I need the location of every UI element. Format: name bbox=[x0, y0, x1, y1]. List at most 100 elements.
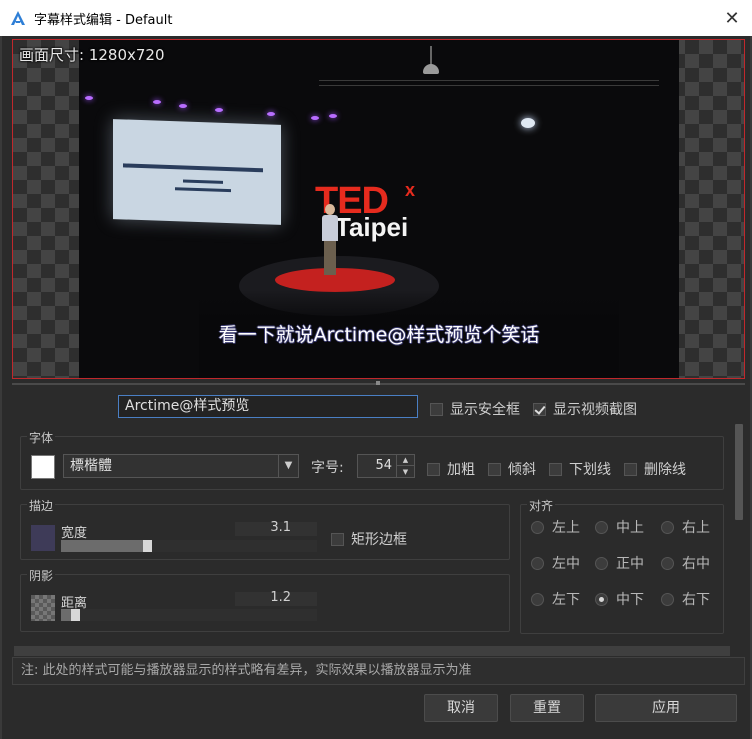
outline-width-slider[interactable] bbox=[61, 540, 317, 552]
stage-light bbox=[267, 112, 275, 116]
bold-label: 加粗 bbox=[447, 462, 475, 478]
spin-buttons[interactable]: ▲ ▼ bbox=[396, 455, 414, 477]
underline-checkbox[interactable]: 下划线 bbox=[549, 459, 611, 479]
checkbox-icon[interactable] bbox=[488, 462, 501, 476]
settings-vertical-scrollbar[interactable] bbox=[734, 422, 744, 654]
font-family-select[interactable]: 標楷體 ▼ bbox=[63, 454, 299, 478]
outline-width-value-box: 3.1 bbox=[235, 520, 317, 536]
style-editor-dialog: TED x Taipei 画面尺寸: 1280x720 看一下就说Arctime… bbox=[0, 36, 752, 739]
stage-light bbox=[179, 104, 187, 108]
outline-group: 描边 宽度 3.1 矩形边框 bbox=[20, 497, 510, 560]
radio-icon[interactable] bbox=[531, 556, 544, 570]
checkbox-icon[interactable] bbox=[624, 462, 637, 476]
close-button[interactable]: ✕ bbox=[720, 6, 744, 30]
align-radio-label: 左中 bbox=[552, 556, 580, 572]
checkbox-icon[interactable] bbox=[427, 462, 440, 476]
alignment-group: 对齐 左上 中上 右上左中 正中 右中左下 中下 右下 bbox=[520, 497, 724, 634]
outline-color-swatch[interactable] bbox=[31, 525, 55, 551]
shadow-color-swatch[interactable] bbox=[31, 595, 55, 621]
stage-lamp bbox=[423, 46, 439, 76]
radio-icon[interactable] bbox=[595, 556, 608, 570]
radio-icon[interactable] bbox=[595, 520, 608, 534]
stage-light bbox=[311, 116, 319, 120]
font-family-value: 標楷體 bbox=[70, 458, 112, 474]
align-radio-6[interactable]: 左下 bbox=[531, 589, 580, 609]
underline-label: 下划线 bbox=[569, 462, 611, 478]
title-bar: 字幕样式编辑 - Default ✕ bbox=[0, 0, 752, 36]
align-radio-4[interactable]: 正中 bbox=[595, 553, 644, 573]
align-radio-label: 中下 bbox=[616, 592, 644, 608]
rect-border-label: 矩形边框 bbox=[351, 532, 407, 548]
rect-border-checkbox[interactable]: 矩形边框 bbox=[331, 529, 407, 549]
strikethrough-label: 删除线 bbox=[644, 462, 686, 478]
scrollbar-thumb[interactable] bbox=[735, 424, 743, 520]
ted-logo-x: x bbox=[405, 180, 416, 200]
close-icon: ✕ bbox=[724, 7, 740, 29]
radio-icon[interactable] bbox=[661, 520, 674, 534]
align-radio-label: 右中 bbox=[682, 556, 710, 572]
font-size-value[interactable]: 54 bbox=[375, 458, 392, 473]
align-radio-5[interactable]: 右中 bbox=[661, 553, 710, 573]
font-group: 字体 標楷體 ▼ 字号: 54 ▲ ▼ 加粗 倾斜 下划线 删除线 bbox=[20, 429, 724, 490]
show-video-frame-label: 显示视频截图 bbox=[553, 402, 637, 418]
preview-text-input[interactable]: Arctime@样式预览 bbox=[118, 395, 418, 418]
align-radio-7[interactable]: 中下 bbox=[595, 589, 644, 609]
align-radio-3[interactable]: 左中 bbox=[531, 553, 580, 573]
align-radio-0[interactable]: 左上 bbox=[531, 517, 580, 537]
show-video-frame-checkbox[interactable]: 显示视频截图 bbox=[533, 399, 637, 419]
font-size-label: 字号: bbox=[311, 460, 344, 476]
slider-fill bbox=[61, 540, 152, 552]
stage-light bbox=[329, 114, 337, 118]
italic-checkbox[interactable]: 倾斜 bbox=[488, 459, 536, 479]
align-radio-label: 右上 bbox=[682, 520, 710, 536]
radio-icon[interactable] bbox=[531, 520, 544, 534]
outline-width-value: 3.1 bbox=[270, 520, 291, 535]
align-radio-2[interactable]: 右上 bbox=[661, 517, 710, 537]
checkbox-icon[interactable] bbox=[430, 402, 443, 416]
bold-checkbox[interactable]: 加粗 bbox=[427, 459, 475, 479]
alignment-group-label: 对齐 bbox=[527, 497, 556, 514]
outline-group-label: 描边 bbox=[27, 497, 56, 514]
shadow-distance-slider[interactable] bbox=[61, 609, 317, 621]
shadow-distance-value: 1.2 bbox=[270, 590, 291, 605]
font-group-label: 字体 bbox=[27, 429, 56, 446]
radio-icon[interactable] bbox=[661, 592, 674, 606]
shadow-distance-value-box: 1.2 bbox=[235, 590, 317, 606]
strikethrough-checkbox[interactable]: 删除线 bbox=[624, 459, 686, 479]
chevron-down-icon[interactable]: ▼ bbox=[278, 455, 298, 477]
shadow-group: 阴影 距离 1.2 bbox=[20, 567, 510, 632]
radio-selected-icon[interactable] bbox=[595, 592, 608, 606]
show-safe-frame-checkbox[interactable]: 显示安全框 bbox=[430, 399, 520, 419]
reset-button[interactable]: 重置 bbox=[510, 694, 584, 722]
checkbox-icon[interactable] bbox=[549, 462, 562, 476]
spot-lamp bbox=[521, 118, 535, 128]
cancel-button[interactable]: 取消 bbox=[424, 694, 498, 722]
ted-logo-city: Taipei bbox=[335, 212, 409, 242]
spin-down-icon[interactable]: ▼ bbox=[397, 466, 414, 477]
checkbox-checked-icon[interactable] bbox=[533, 402, 546, 416]
stage-light bbox=[153, 100, 161, 104]
align-radio-1[interactable]: 中上 bbox=[595, 517, 644, 537]
checkbox-icon[interactable] bbox=[331, 532, 344, 546]
show-safe-frame-label: 显示安全框 bbox=[450, 402, 520, 418]
style-difference-note: 注: 此处的样式可能与播放器显示的样式略有差异，实际效果以播放器显示为准 bbox=[12, 657, 745, 685]
projection-screen bbox=[113, 119, 281, 225]
spin-up-icon[interactable]: ▲ bbox=[397, 455, 414, 466]
slider-handle[interactable] bbox=[71, 609, 80, 621]
align-radio-label: 左下 bbox=[552, 592, 580, 608]
align-radio-8[interactable]: 右下 bbox=[661, 589, 710, 609]
shadow-group-label: 阴影 bbox=[27, 567, 56, 584]
speaker-figure bbox=[321, 204, 339, 276]
stage-light bbox=[85, 96, 93, 100]
radio-icon[interactable] bbox=[531, 592, 544, 606]
splitter-handle-icon[interactable] bbox=[376, 381, 380, 385]
slider-handle[interactable] bbox=[143, 540, 152, 552]
window-title: 字幕样式编辑 - Default bbox=[34, 12, 173, 28]
apply-button[interactable]: 应用 bbox=[595, 694, 737, 722]
arctime-logo-icon bbox=[11, 11, 25, 25]
font-color-swatch[interactable] bbox=[31, 455, 55, 479]
font-size-stepper[interactable]: 54 ▲ ▼ bbox=[357, 454, 415, 478]
frame-dimension-label: 画面尺寸: 1280x720 bbox=[19, 46, 165, 64]
settings-horizontal-scrollbar[interactable] bbox=[14, 646, 730, 656]
radio-icon[interactable] bbox=[661, 556, 674, 570]
